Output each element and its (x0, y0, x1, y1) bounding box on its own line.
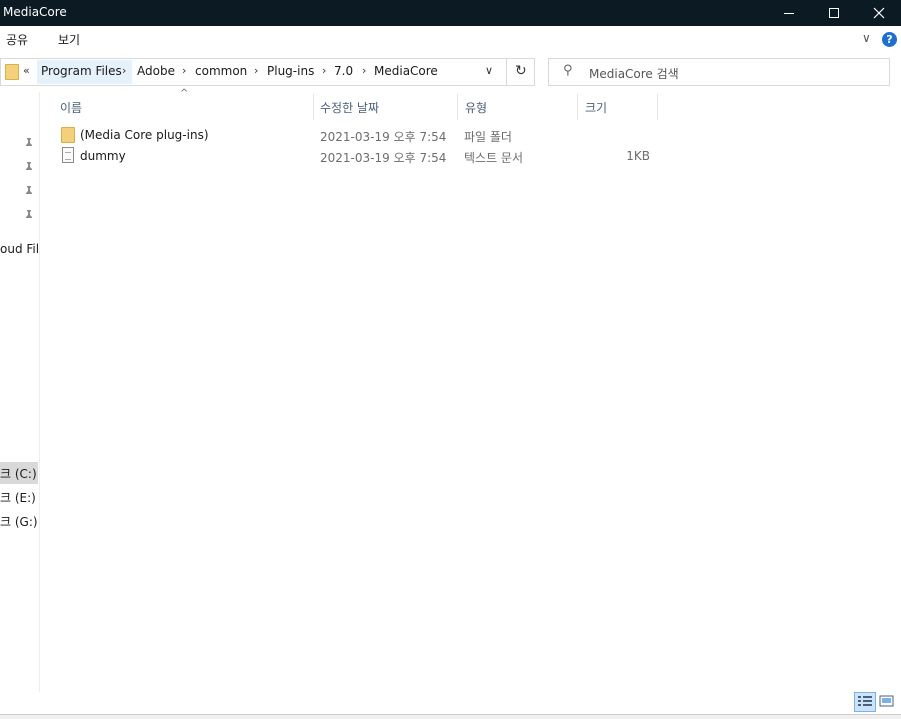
pin-icon (24, 186, 34, 200)
large-icons-view-icon (879, 695, 894, 707)
breadcrumb-mediacore[interactable]: MediaCore (374, 64, 438, 78)
column-divider[interactable] (457, 94, 458, 120)
breadcrumb-separator-icon[interactable]: › (182, 64, 186, 77)
pin-icon (24, 162, 34, 176)
breadcrumb-separator-icon[interactable]: › (362, 64, 366, 77)
help-icon[interactable]: ? (882, 32, 897, 47)
maximize-button[interactable] (811, 0, 857, 26)
search-box[interactable]: ⚲ MediaCore 검색 (548, 58, 890, 86)
refresh-icon[interactable]: ↻ (515, 63, 527, 79)
breadcrumb-separator-icon[interactable]: › (254, 64, 258, 77)
minimize-icon (784, 12, 794, 14)
pin-icon (24, 138, 34, 152)
column-divider[interactable] (313, 94, 314, 120)
file-size: 1KB (626, 149, 650, 163)
text-document-icon (62, 147, 74, 163)
nav-item-drive-e[interactable]: 크 (E:) (0, 489, 36, 506)
tab-share[interactable]: 공유 (6, 31, 28, 48)
file-date: 2021-03-19 오후 7:54 (320, 130, 447, 144)
window-title: MediaCore (3, 5, 67, 19)
column-header-size-label: 크기 (585, 101, 608, 115)
status-bar (0, 714, 901, 719)
breadcrumb-common[interactable]: common (195, 64, 247, 78)
column-header-type[interactable]: 유형 (465, 93, 575, 119)
column-header-type-label: 유형 (465, 101, 488, 115)
nav-item-drive-c[interactable]: 크 (C:) (0, 465, 37, 482)
details-view-button[interactable] (854, 692, 876, 712)
ribbon-tabs: 공유 보기 ∨ ? (0, 26, 901, 52)
file-type: 파일 폴더 (464, 130, 512, 144)
large-icons-view-button[interactable] (877, 692, 899, 712)
folder-icon (5, 64, 19, 80)
breadcrumb-program-files[interactable]: Program Files (41, 64, 122, 78)
file-date: 2021-03-19 오후 7:54 (320, 151, 447, 165)
file-row[interactable]: (Media Core plug-ins) 2021-03-19 오후 7:54… (56, 125, 656, 146)
folder-icon (61, 127, 75, 143)
title-bar: MediaCore (0, 0, 901, 26)
address-divider (506, 59, 507, 85)
navigation-pane[interactable]: oud File 크 (C:) 크 (E:) 크 (G:) (0, 92, 40, 692)
nav-item-drive-g[interactable]: 크 (G:) (0, 513, 38, 530)
column-header-name-label: 이름 (60, 101, 83, 115)
details-view-icon (858, 696, 872, 706)
pin-icon (24, 210, 34, 224)
breadcrumb-adobe[interactable]: Adobe (137, 64, 175, 78)
breadcrumb-separator-icon[interactable]: › (122, 64, 126, 77)
breadcrumb-7-0[interactable]: 7.0 (334, 64, 353, 78)
sort-ascending-icon: ^ (180, 88, 189, 99)
address-history-dropdown-icon[interactable]: ∨ (485, 64, 493, 77)
file-row[interactable]: dummy 2021-03-19 오후 7:54 텍스트 문서 1KB (56, 146, 656, 167)
column-header-size[interactable]: 크기 (585, 93, 655, 119)
file-type: 텍스트 문서 (464, 151, 524, 165)
address-bar[interactable]: « Program Files › Adobe › common › Plug-… (0, 58, 535, 86)
minimize-button[interactable] (766, 0, 812, 26)
column-header-date[interactable]: 수정한 날짜 (320, 93, 455, 119)
column-divider[interactable] (577, 94, 578, 120)
column-divider[interactable] (657, 94, 658, 120)
expand-ribbon-icon[interactable]: ∨ (862, 31, 871, 45)
close-icon (873, 7, 885, 19)
search-icon: ⚲ (563, 63, 573, 78)
file-name: (Media Core plug-ins) (80, 128, 209, 142)
column-header-name[interactable]: 이름 ^ (60, 88, 310, 119)
search-input[interactable]: MediaCore 검색 (589, 65, 679, 82)
breadcrumb-plug-ins[interactable]: Plug-ins (267, 64, 314, 78)
maximize-icon (829, 8, 839, 18)
nav-item-cloud-files[interactable]: oud File (0, 242, 39, 256)
column-header-date-label: 수정한 날짜 (320, 101, 380, 115)
breadcrumb-separator-icon[interactable]: › (322, 64, 326, 77)
tab-view[interactable]: 보기 (58, 31, 80, 48)
close-button[interactable] (856, 0, 901, 26)
overflow-chevron-icon[interactable]: « (23, 64, 30, 77)
file-name: dummy (80, 149, 126, 163)
